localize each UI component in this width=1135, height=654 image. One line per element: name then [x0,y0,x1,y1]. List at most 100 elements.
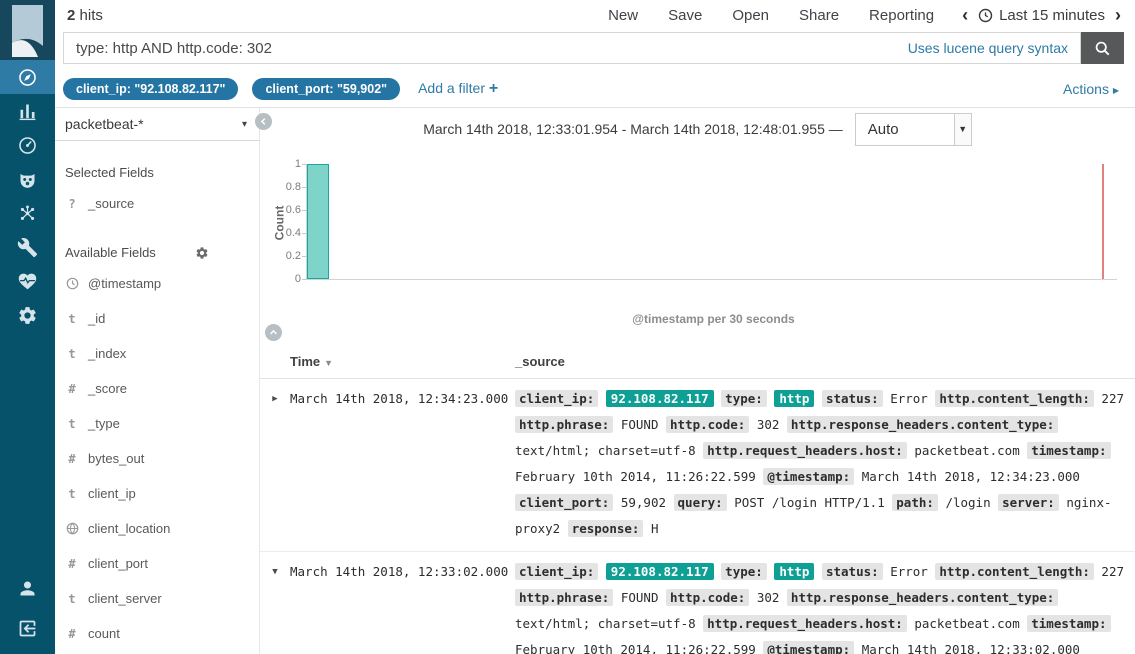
text-type-icon: t [65,312,79,326]
hits-counter: 2 hits [67,7,103,24]
field-value-highlighted: http [774,390,814,407]
field-value: POST /login HTTP/1.1 [734,495,885,510]
nav-rail-item-dashboard[interactable] [0,128,55,162]
doc-time: March 14th 2018, 12:34:23.000 [290,386,515,542]
field-item-index[interactable]: t_index [55,336,259,371]
interval-select[interactable]: Auto ▼ [855,113,972,146]
search-button[interactable] [1081,32,1124,64]
time-step-forward-button[interactable]: › [1115,6,1121,24]
histogram-collapse-button[interactable] [265,324,282,341]
table-header: Time▼ _source [260,348,1135,379]
field-value: Error [890,564,928,579]
plus-icon: + [489,80,498,97]
nav-new-link[interactable]: New [608,7,638,24]
search-input[interactable] [64,40,908,57]
timelion-icon [17,169,38,190]
field-item-clientserver[interactable]: tclient_server [55,581,259,616]
top-bar: 2 hits New Save Open Share Reporting ‹ Last … [55,0,1135,30]
filter-actions-button[interactable]: Actions ▶ [1063,81,1119,97]
field-name: client_port [88,556,148,571]
filter-pill[interactable]: client_ip: "92.108.82.117" [63,78,238,100]
hits-label: hits [80,7,103,24]
filter-pill[interactable]: client_port: "59,902" [252,78,400,100]
field-key-badge: http.request_headers.host: [703,615,907,632]
field-key-badge: @timestamp: [763,641,854,654]
field-name: client_server [88,591,162,606]
sidebar-collapse-button[interactable] [255,113,272,130]
histogram-chart[interactable]: Count 00.20.40.60.8112:34:0012:35:0012:3… [266,150,1125,306]
number-type-icon: # [65,557,79,571]
timepicker: ‹ Last 15 minutes › [962,6,1121,24]
field-name: _source [88,196,134,211]
nav-rail-item-monitoring[interactable] [0,264,55,298]
kibana-app: 2 hits New Save Open Share Reporting ‹ Last … [0,0,1135,654]
search-bar: Uses lucene query syntax [63,32,1124,64]
field-name: _index [88,346,126,361]
field-item-count[interactable]: #count [55,616,259,651]
nav-rail-item-discover[interactable] [0,60,55,94]
nav-open-link[interactable]: Open [732,7,769,24]
nav-rail-item-account[interactable] [0,568,55,608]
timepicker-button[interactable]: Last 15 minutes [978,7,1105,24]
field-item-timestamp[interactable]: @timestamp [55,266,259,301]
nav-rail-item-machine-learning[interactable] [0,196,55,230]
field-key-badge: path: [892,494,938,511]
field-item-clientip[interactable]: tclient_ip [55,476,259,511]
field-key-badge: http.content_length: [935,390,1094,407]
account-icon [17,578,38,599]
field-value: February 10th 2014, 11:26:22.599 [515,469,756,484]
field-value: text/html; charset=utf-8 [515,616,696,631]
field-key-badge: http.content_length: [935,563,1094,580]
number-type-icon: # [65,382,79,396]
field-key-badge: query: [674,494,727,511]
collapse-doc-caret-icon[interactable]: ▼ [260,559,290,654]
interval-value: Auto [856,121,954,138]
field-key-badge: type: [721,390,767,407]
triangle-right-icon: ▶ [1113,86,1119,95]
chevron-down-icon: ▼ [954,114,971,145]
field-item-clientport[interactable]: # client_port [55,546,259,581]
index-pattern-selector[interactable]: packetbeat-* ▾ [55,108,259,141]
field-item-clientlocation[interactable]: client_location [55,511,259,546]
field-name: client_location [88,521,170,536]
time-step-back-button[interactable]: ‹ [962,6,968,24]
nav-save-link[interactable]: Save [668,7,702,24]
index-pattern-name: packetbeat-* [65,116,144,132]
kibana-logo[interactable] [0,0,55,60]
field-key-badge: http.response_headers.content_type: [787,589,1058,606]
field-settings-gear-icon[interactable] [195,246,209,260]
add-filter-button[interactable]: Add a filter + [418,80,498,98]
field-item-score[interactable]: #_score [55,371,259,406]
nav-rail-item-management[interactable] [0,298,55,332]
histogram-bar[interactable] [307,164,329,279]
text-type-icon: t [65,487,79,501]
lucene-syntax-link[interactable]: Uses lucene query syntax [908,40,1068,56]
nav-rail-item-visualize[interactable] [0,94,55,128]
field-value: February 10th 2014, 11:26:22.599 [515,642,756,654]
visualize-icon [17,101,38,122]
field-item-id[interactable]: t_id [55,301,259,336]
field-item-type[interactable]: t_type [55,406,259,441]
nav-rail-item-logout[interactable] [0,608,55,648]
field-value: March 14th 2018, 12:34:23.000 [862,469,1080,484]
nav-share-link[interactable]: Share [799,7,839,24]
doc-source-summary: client_ip: 92.108.82.117 type: http stat… [515,559,1135,654]
nav-rail-items [0,60,55,332]
expand-doc-caret-icon[interactable]: ▶ [260,386,290,542]
field-value: text/html; charset=utf-8 [515,443,696,458]
nav-reporting-link[interactable]: Reporting [869,7,934,24]
nav-rail-item-timelion[interactable] [0,162,55,196]
available-fields-list: @timestampt_idt_index#_scoret_type#bytes… [55,266,259,651]
histogram-plot-area[interactable]: 00.20.40.60.8112:34:0012:35:0012:36:0012… [306,164,1117,280]
column-header-time[interactable]: Time▼ [290,354,515,369]
discover-icon [17,67,38,88]
selected-fields-list: ?_source [55,186,259,221]
field-item-bytesout[interactable]: #bytes_out [55,441,259,476]
field-key-badge: http.phrase: [515,589,613,606]
filter-bar: client_ip: "92.108.82.117" client_port: "… [55,70,1135,108]
field-value: FOUND [621,590,659,605]
field-key-badge: response: [568,520,644,537]
field-value-highlighted: http [774,563,814,580]
field-item-source[interactable]: ?_source [55,186,259,221]
nav-rail-item-dev-tools[interactable] [0,230,55,264]
